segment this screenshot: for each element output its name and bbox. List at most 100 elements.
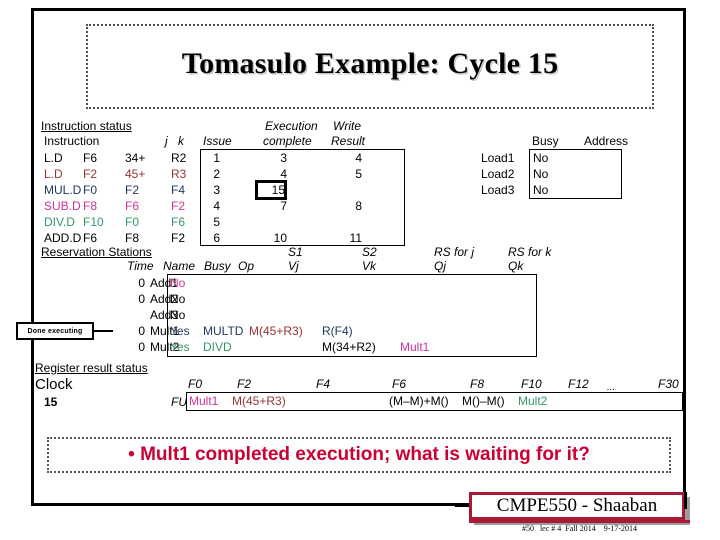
instruction-status-label: Instruction status (41, 119, 132, 133)
instr-issue-3: 4 (213, 199, 220, 213)
col-header-issue: Issue (203, 134, 232, 148)
instr-write-1: 5 (355, 167, 362, 181)
bullet-text: • Mult1 completed execution; what is wai… (128, 444, 590, 465)
instr-issue-2: 3 (213, 183, 220, 197)
instr-op-1: L.D (44, 167, 63, 181)
instr-op-0: L.D (44, 151, 63, 165)
col-header-instruction: Instruction (44, 134, 100, 148)
instr-issue-1: 2 (213, 167, 220, 181)
rs-time-0: 0 (138, 276, 145, 290)
rs-time-1: 0 (138, 292, 145, 306)
group-header-s1: S1 (288, 245, 303, 259)
instr-write-3: 8 (355, 199, 362, 213)
rs-time-4: 0 (138, 340, 145, 354)
instr-k-3: F2 (171, 199, 186, 213)
callout-connector-line (93, 330, 113, 332)
instruction-status-table-box (200, 149, 405, 246)
instr-k-0: R2 (171, 151, 187, 165)
instr-dest-3: F8 (83, 199, 98, 213)
footer-subline: #50 lec # 4 Fall 2014 9-17-2014 (521, 524, 638, 533)
reservation-stations-label: Reservation Stations (41, 245, 152, 259)
clock-value: 15 (44, 395, 58, 409)
col-header-write-1: Write (333, 119, 361, 133)
rs-qj-4: Mult1 (400, 340, 430, 354)
footer-course-box: CMPE550 - Shaaban (469, 492, 685, 520)
instr-j-4: F0 (125, 215, 140, 229)
instr-j-2: F2 (125, 183, 140, 197)
instr-j-0: 34+ (125, 151, 146, 165)
group-header-s2: S2 (362, 245, 377, 259)
rs-op-3: MULTD (203, 324, 244, 338)
instr-write-0: 4 (355, 151, 362, 165)
instr-exec-2: 15 (271, 183, 285, 197)
reg-value-F6: (M–M)+M() (389, 394, 449, 408)
reg-header-2: F4 (316, 377, 331, 391)
col-header-name: Name (163, 259, 196, 273)
col-header-busy: Busy (532, 134, 559, 148)
instr-k-2: F4 (171, 183, 186, 197)
load-buffer-busy-1: No (533, 167, 549, 181)
done-executing-label: Done executing (27, 327, 83, 335)
col-header-busy: Busy (204, 259, 231, 273)
instr-j-1: 45+ (125, 167, 146, 181)
load-buffer-name-0: Load1 (481, 151, 515, 165)
load-buffer-name-2: Load3 (481, 183, 515, 197)
slide-canvas: Tomasulo Example: Cycle 15 Instruction s… (0, 0, 720, 540)
group-header-rs-j: RS for j (434, 245, 475, 259)
instr-j-5: F8 (125, 231, 140, 245)
instr-j-3: F6 (125, 199, 140, 213)
instr-exec-3: 7 (280, 199, 287, 213)
instr-write-5: 11 (349, 231, 362, 245)
footer-rule (469, 520, 690, 523)
group-header-rs-k: RS for k (508, 245, 552, 259)
page-title: Tomasulo Example: Cycle 15 (181, 47, 559, 80)
instr-op-3: SUB.D (44, 199, 81, 213)
reg-header-0: F0 (188, 377, 203, 391)
load-buffer-busy-0: No (533, 151, 549, 165)
col-header-j: j (165, 134, 168, 148)
footer-course-label: CMPE550 - Shaaban (496, 495, 658, 516)
reg-value-F0: Mult1 (189, 394, 219, 408)
reg-header-5: F10 (521, 377, 542, 391)
rs-vk-3: R(F4) (322, 324, 353, 338)
col-header-address: Address (584, 134, 629, 148)
instr-exec-0: 3 (280, 151, 287, 165)
reg-value-F8: M()–M() (462, 394, 505, 408)
instr-op-5: ADD.D (44, 231, 82, 245)
col-header-k: k (178, 134, 184, 148)
col-header-qj: Qj (434, 259, 446, 273)
instr-k-5: F2 (171, 231, 186, 245)
rs-busy-0: No (170, 276, 186, 290)
instr-dest-2: F0 (83, 183, 98, 197)
col-header-qk: Qk (508, 259, 524, 273)
footer-right-tick (684, 492, 687, 509)
clock-label: Clock (35, 376, 73, 393)
col-header-vj: Vj (288, 259, 299, 273)
register-result-status-label: Register result status (35, 361, 148, 375)
rs-vk-4: M(34+R2) (322, 340, 376, 354)
fu-label: FU (171, 395, 187, 409)
rs-op-4: DIVD (203, 340, 232, 354)
instr-k-1: R3 (171, 167, 187, 181)
instr-exec-5: 10 (273, 231, 287, 245)
reg-header-8: F30 (658, 377, 679, 391)
instr-dest-5: F6 (83, 231, 98, 245)
instr-issue-0: 1 (213, 151, 220, 165)
col-header-execution-2: complete (263, 134, 312, 148)
instr-k-4: F6 (171, 215, 186, 229)
instr-dest-1: F2 (83, 167, 98, 181)
rs-time-3: 0 (138, 324, 145, 338)
col-header-time: Time (127, 259, 154, 273)
instr-dest-4: F10 (83, 215, 104, 229)
instr-op-2: MUL.D (44, 183, 82, 197)
col-header-execution-1: Execution (265, 119, 318, 133)
col-header-op: Op (238, 259, 255, 273)
reg-header-1: F2 (237, 377, 252, 391)
reg-header-3: F6 (392, 377, 407, 391)
instr-dest-0: F6 (83, 151, 98, 165)
col-header-vk: Vk (362, 259, 377, 273)
reg-value-F10: Mult2 (518, 394, 548, 408)
load-buffer-busy-2: No (533, 183, 549, 197)
rs-vj-3: M(45+R3) (249, 324, 303, 338)
load-buffer-name-1: Load2 (481, 167, 515, 181)
